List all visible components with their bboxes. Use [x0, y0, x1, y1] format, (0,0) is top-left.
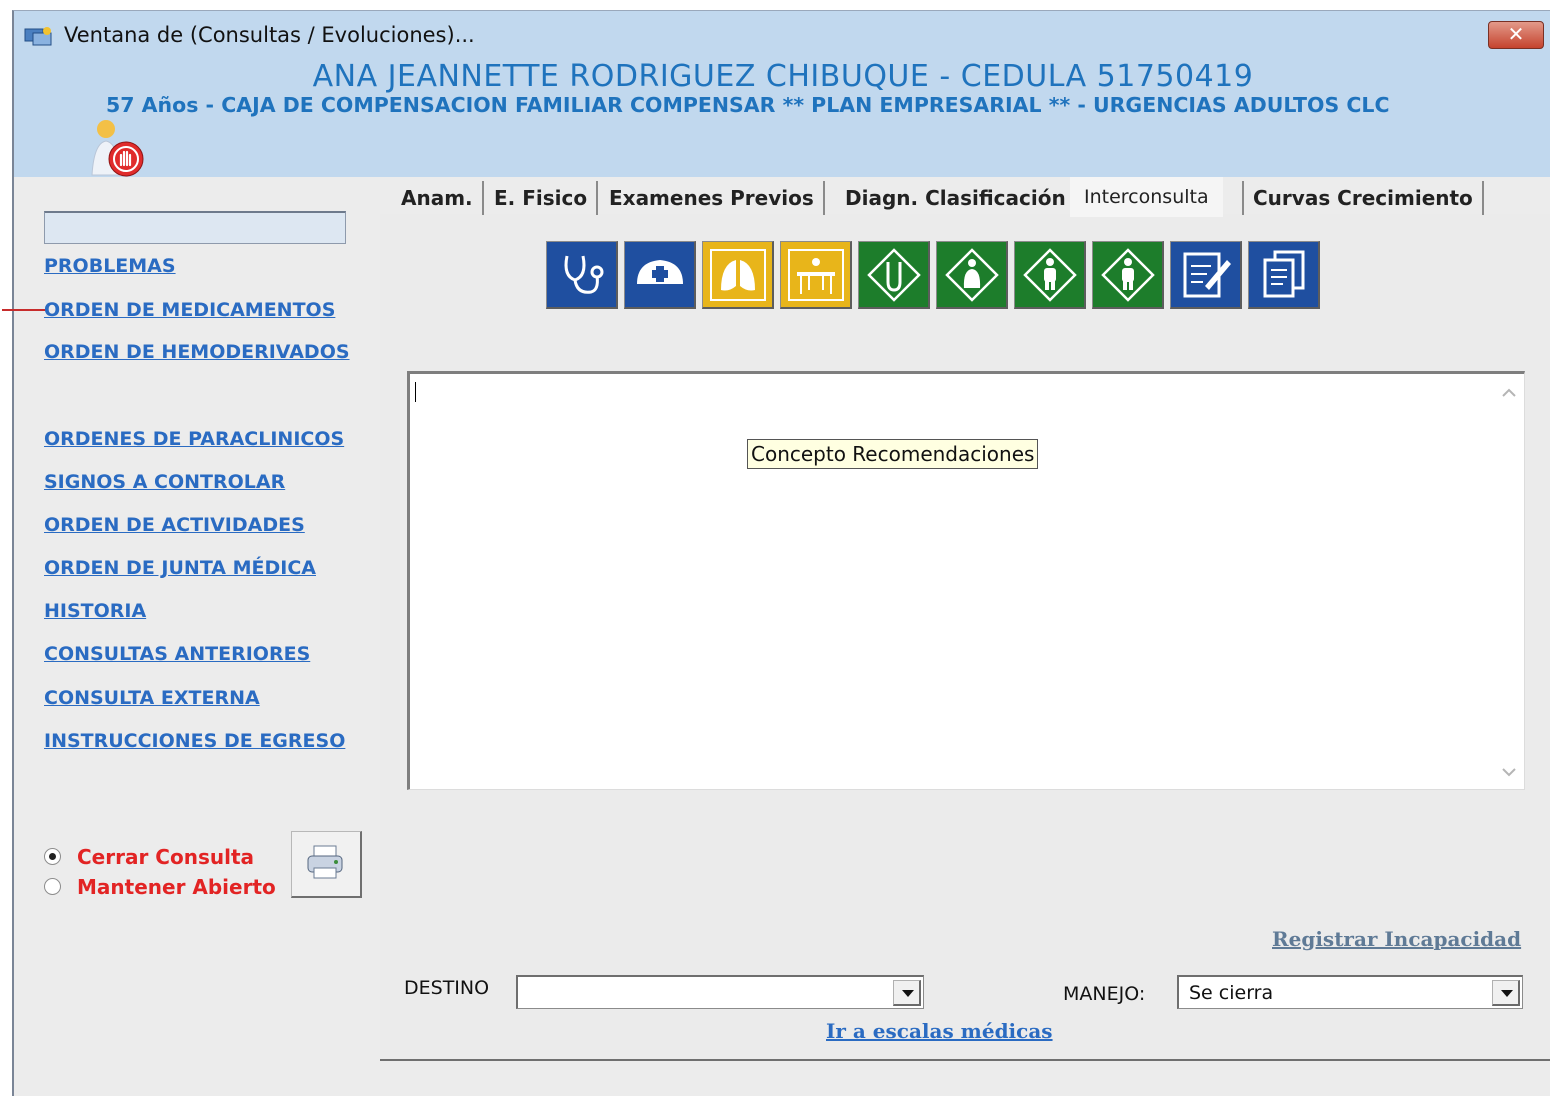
- radio-label: Mantener Abierto: [77, 875, 276, 899]
- lungs-icon[interactable]: [702, 241, 774, 309]
- link-orden-hemoderivados[interactable]: ORDEN DE HEMODERIVADOS: [44, 341, 350, 363]
- link-ordenes-paraclinicos[interactable]: ORDENES DE PARACLINICOS: [44, 428, 344, 450]
- radio-mantener-abierto[interactable]: Mantener Abierto: [44, 875, 276, 899]
- manejo-select[interactable]: Se cierra: [1177, 975, 1523, 1009]
- manejo-value: Se cierra: [1189, 982, 1274, 1004]
- tab-diagn-clasificacion[interactable]: Diagn. Clasificación: [836, 181, 1077, 215]
- chevron-down-icon[interactable]: [1492, 980, 1520, 1006]
- search-field[interactable]: [44, 211, 346, 244]
- nurse-cap-icon[interactable]: [624, 241, 696, 309]
- tab-examenes-previos[interactable]: Examenes Previos: [600, 181, 825, 215]
- link-consulta-externa[interactable]: CONSULTA EXTERNA: [44, 687, 260, 709]
- close-button[interactable]: ✕: [1488, 21, 1544, 49]
- tab-curvas-crecimiento[interactable]: Curvas Crecimiento: [1242, 181, 1484, 215]
- selection-marker: [2, 309, 46, 311]
- app-icon: [24, 27, 52, 46]
- consultation-window: Ventana de (Consultas / Evoluciones)... …: [2, 10, 1550, 1096]
- scroll-down-icon[interactable]: [1494, 763, 1524, 783]
- tab-e-fisico[interactable]: E. Fisico: [485, 181, 599, 215]
- recommendation-textarea[interactable]: [407, 371, 1525, 790]
- patient-info: 57 Años - CAJA DE COMPENSACION FAMILIAR …: [106, 93, 1390, 117]
- patient-stop-icon: [91, 120, 144, 177]
- tooltip: Concepto Recomendaciones: [747, 439, 1039, 469]
- link-signos-controlar[interactable]: SIGNOS A CONTROLAR: [44, 471, 285, 493]
- link-problemas[interactable]: PROBLEMAS: [44, 255, 176, 277]
- note-edit-icon[interactable]: [1170, 241, 1242, 309]
- person-icon[interactable]: [1092, 241, 1164, 309]
- pregnant-woman-icon[interactable]: [936, 241, 1008, 309]
- text-caret: [415, 382, 416, 402]
- medical-scales-link[interactable]: Ir a escalas médicas: [826, 1019, 1053, 1043]
- window-title: Ventana de (Consultas / Evoluciones)...: [64, 23, 475, 47]
- link-orden-junta-medica[interactable]: ORDEN DE JUNTA MÉDICA: [44, 557, 316, 579]
- register-disability-link[interactable]: Registrar Incapacidad: [1272, 927, 1521, 951]
- documents-icon[interactable]: [1248, 241, 1320, 309]
- link-historia[interactable]: HISTORIA: [44, 600, 146, 622]
- link-instrucciones-egreso[interactable]: INSTRUCCIONES DE EGRESO: [44, 730, 345, 752]
- link-orden-actividades[interactable]: ORDEN DE ACTIVIDADES: [44, 514, 305, 536]
- vertical-scrollbar[interactable]: [1494, 374, 1524, 789]
- destino-label: DESTINO: [404, 977, 490, 999]
- link-orden-medicamentos[interactable]: ORDEN DE MEDICAMENTOS: [44, 299, 335, 321]
- lab-desk-icon[interactable]: [780, 241, 852, 309]
- destino-select[interactable]: [516, 975, 924, 1009]
- link-consultas-anteriores[interactable]: CONSULTAS ANTERIORES: [44, 643, 310, 665]
- tab-anam[interactable]: Anam.: [392, 181, 484, 215]
- radio-button-checked[interactable]: [44, 848, 61, 865]
- tab-interconsulta[interactable]: Interconsulta: [1070, 177, 1223, 217]
- manejo-label: MANEJO:: [1063, 983, 1146, 1005]
- radio-label: Cerrar Consulta: [77, 845, 255, 869]
- window-header: Ventana de (Consultas / Evoluciones)... …: [14, 11, 1550, 177]
- radio-cerrar-consulta[interactable]: Cerrar Consulta: [44, 845, 254, 869]
- printer-icon: [307, 845, 343, 879]
- person-icon[interactable]: [1014, 241, 1086, 309]
- radio-button[interactable]: [44, 878, 61, 895]
- print-button[interactable]: [291, 831, 362, 898]
- chevron-down-icon[interactable]: [893, 980, 921, 1006]
- test-tube-icon[interactable]: [858, 241, 930, 309]
- patient-name: ANA JEANNETTE RODRIGUEZ CHIBUQUE - CEDUL…: [312, 59, 1254, 94]
- scroll-up-icon[interactable]: [1494, 382, 1524, 402]
- stethoscope-icon[interactable]: [546, 241, 618, 309]
